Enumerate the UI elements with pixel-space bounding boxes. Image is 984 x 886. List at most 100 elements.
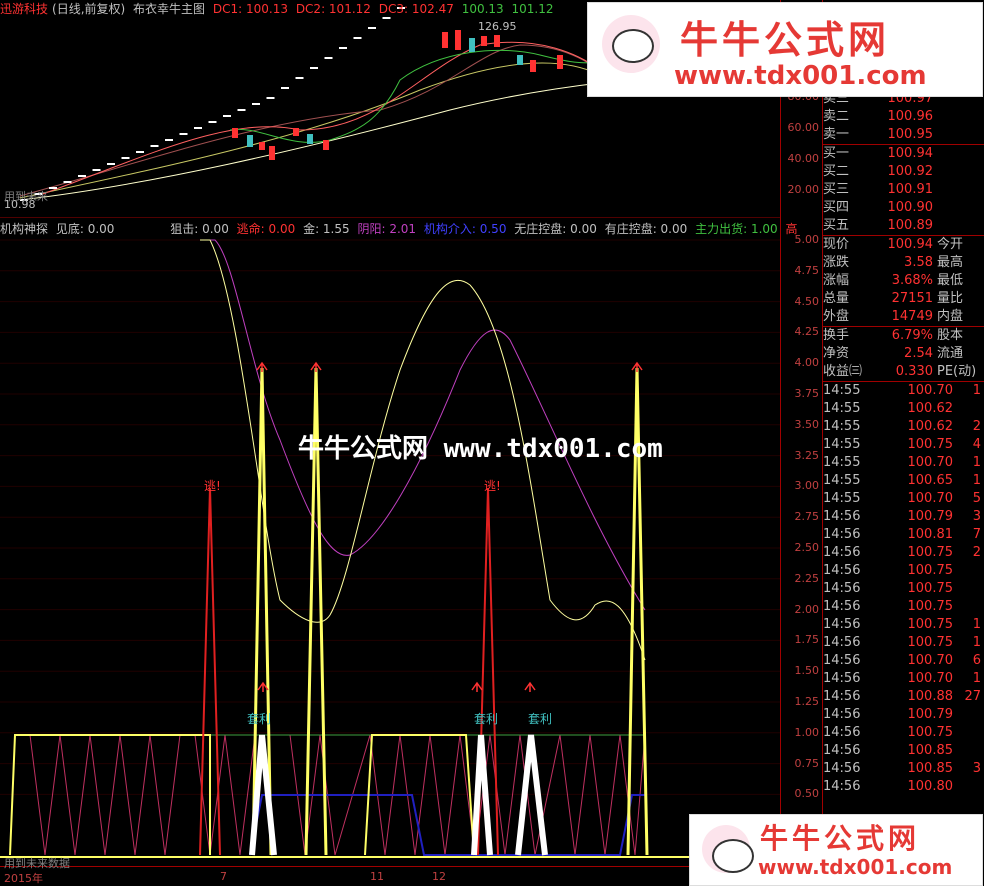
jin-value: 金: 1.55 bbox=[303, 222, 350, 236]
order-label: 卖一 bbox=[823, 127, 850, 142]
order-label: 买五 bbox=[823, 218, 850, 233]
tick-row[interactable]: 14:56 100.79 bbox=[823, 706, 984, 724]
tick-row[interactable]: 14:55 100.62 2 bbox=[823, 418, 984, 436]
indicator-axis-tick: 1.50 bbox=[794, 664, 820, 678]
tick-row[interactable]: 14:56 100.75 1 bbox=[823, 634, 984, 652]
zhuli-value: 主力出货: 1.00 bbox=[695, 222, 778, 236]
indicator-axis-tick: 2.00 bbox=[794, 602, 820, 616]
tick-row[interactable]: 14:56 100.75 bbox=[823, 724, 984, 742]
tick-row[interactable]: 14:56 100.85 3 bbox=[823, 760, 984, 778]
tick-time: 14:56 bbox=[823, 761, 861, 776]
tick-time: 14:56 bbox=[823, 743, 861, 758]
tick-time: 14:56 bbox=[823, 779, 861, 794]
tick-row[interactable]: 14:56 100.79 3 bbox=[823, 508, 984, 526]
indicator-chart[interactable]: 逃! 逃! 套利 套利 套利 bbox=[0, 220, 780, 860]
tick-row[interactable]: 14:55 100.70 1 bbox=[823, 454, 984, 472]
stat-value: 27151 bbox=[891, 291, 933, 306]
tick-row[interactable]: 14:56 100.85 bbox=[823, 742, 984, 760]
buy-row[interactable]: 买四 100.90 bbox=[823, 199, 984, 217]
jigou-value: 机构介入: 0.50 bbox=[423, 222, 507, 236]
stat-row[interactable]: 换手 6.79% 股本 bbox=[823, 327, 984, 345]
tick-price: 100.85 bbox=[907, 761, 954, 776]
order-price: 100.89 bbox=[887, 218, 934, 233]
indicator-name-label[interactable]: 机构神探 bbox=[0, 222, 48, 236]
stat-label: 换手 bbox=[823, 328, 850, 343]
order-price: 100.96 bbox=[887, 109, 934, 124]
arbitrage-label-1: 套利 bbox=[247, 712, 271, 726]
tick-time: 14:55 bbox=[823, 491, 861, 506]
tick-time: 14:55 bbox=[823, 473, 861, 488]
tick-row[interactable]: 14:56 100.80 bbox=[823, 778, 984, 796]
indicator-axis-tick: 1.00 bbox=[794, 725, 820, 739]
tick-price: 100.70 bbox=[907, 671, 954, 686]
main-axis-tick: 60.00 bbox=[787, 121, 820, 134]
tick-volume: 7 bbox=[972, 527, 981, 542]
tick-row[interactable]: 14:56 100.81 7 bbox=[823, 526, 984, 544]
tick-row[interactable]: 14:55 100.75 4 bbox=[823, 436, 984, 454]
indicator-axis-tick: 0.50 bbox=[794, 787, 820, 801]
tick-row[interactable]: 14:56 100.75 bbox=[823, 598, 984, 616]
tick-price: 100.75 bbox=[907, 635, 954, 650]
tick-row[interactable]: 14:56 100.75 2 bbox=[823, 544, 984, 562]
tick-row[interactable]: 14:55 100.70 1 bbox=[823, 382, 984, 400]
tick-price: 100.75 bbox=[907, 545, 954, 560]
yellow-box-1 bbox=[9, 734, 211, 856]
stat-row[interactable]: 涨跌 3.58 最高 bbox=[823, 254, 984, 272]
stat-value: 3.68% bbox=[891, 273, 933, 288]
tick-volume: 1 bbox=[972, 617, 981, 632]
tick-time: 14:56 bbox=[823, 671, 861, 686]
month-label-12: 12 bbox=[432, 870, 446, 883]
buy-row[interactable]: 买五 100.89 bbox=[823, 217, 984, 235]
tick-time: 14:56 bbox=[823, 635, 861, 650]
tick-price: 100.85 bbox=[907, 743, 954, 758]
tick-volume: 2 bbox=[972, 419, 981, 434]
stat-row[interactable]: 收益㈢ 0.330 PE(动) bbox=[823, 363, 984, 381]
tick-row[interactable]: 14:56 100.75 1 bbox=[823, 616, 984, 634]
tick-time: 14:55 bbox=[823, 455, 861, 470]
buy-row[interactable]: 买三 100.91 bbox=[823, 181, 984, 199]
indicator-name[interactable]: 布衣幸牛主图 bbox=[133, 2, 205, 16]
tick-price: 100.80 bbox=[907, 779, 954, 794]
order-price: 100.95 bbox=[887, 127, 934, 142]
stat-row[interactable]: 现价 100.94 今开 bbox=[823, 236, 984, 254]
tick-price: 100.70 bbox=[907, 383, 954, 398]
tick-volume bbox=[953, 724, 981, 742]
tick-row[interactable]: 14:56 100.70 6 bbox=[823, 652, 984, 670]
tick-time: 14:56 bbox=[823, 545, 861, 560]
stock-name[interactable]: 迅游科技 bbox=[0, 2, 48, 16]
tick-volume: 1 bbox=[972, 455, 981, 470]
indicator-axis-tick: 4.00 bbox=[794, 356, 820, 370]
value-5: 101.12 bbox=[511, 2, 554, 16]
sell-row[interactable]: 卖二 100.96 bbox=[823, 108, 984, 126]
stat-label-right: 量比 bbox=[937, 291, 964, 306]
indicator-axis-tick: 4.75 bbox=[794, 263, 820, 277]
sell-row[interactable]: 卖一 100.95 bbox=[823, 126, 984, 144]
juji-value: 狙击: 0.00 bbox=[170, 222, 229, 236]
stat-row[interactable]: 外盘 14749 内盘 bbox=[823, 308, 984, 326]
tick-row[interactable]: 14:55 100.70 5 bbox=[823, 490, 984, 508]
sell-orders: 卖三 100.97 卖二 100.96 卖一 100.95 bbox=[823, 90, 984, 144]
stat-label: 总量 bbox=[823, 291, 850, 306]
month-label-11: 11 bbox=[370, 870, 384, 883]
buy-row[interactable]: 买一 100.94 bbox=[823, 145, 984, 163]
tick-price: 100.75 bbox=[907, 599, 954, 614]
buy-row[interactable]: 买二 100.92 bbox=[823, 163, 984, 181]
indicator-axis-tick: 2.75 bbox=[794, 510, 820, 524]
tick-row[interactable]: 14:56 100.75 bbox=[823, 562, 984, 580]
tick-row[interactable]: 14:56 100.75 bbox=[823, 580, 984, 598]
stat-row[interactable]: 总量 27151 量比 bbox=[823, 290, 984, 308]
tick-price: 100.81 bbox=[907, 527, 954, 542]
watermark-title-2: 牛牛公式网 bbox=[760, 822, 921, 855]
tick-row[interactable]: 14:55 100.62 bbox=[823, 400, 984, 418]
tick-row[interactable]: 14:56 100.70 1 bbox=[823, 670, 984, 688]
tick-time: 14:56 bbox=[823, 581, 861, 596]
tick-price: 100.79 bbox=[907, 707, 954, 722]
chart-period[interactable]: (日线,前复权) bbox=[52, 2, 125, 16]
tick-row[interactable]: 14:55 100.65 1 bbox=[823, 472, 984, 490]
arbitrage-label-2: 套利 bbox=[474, 712, 498, 726]
stat-row[interactable]: 净资 2.54 流通 bbox=[823, 345, 984, 363]
tick-row[interactable]: 14:56 100.88 27 bbox=[823, 688, 984, 706]
stat-row[interactable]: 涨幅 3.68% 最低 bbox=[823, 272, 984, 290]
watermark-url: www.tdx001.com bbox=[674, 61, 927, 91]
tick-volume bbox=[953, 706, 981, 724]
